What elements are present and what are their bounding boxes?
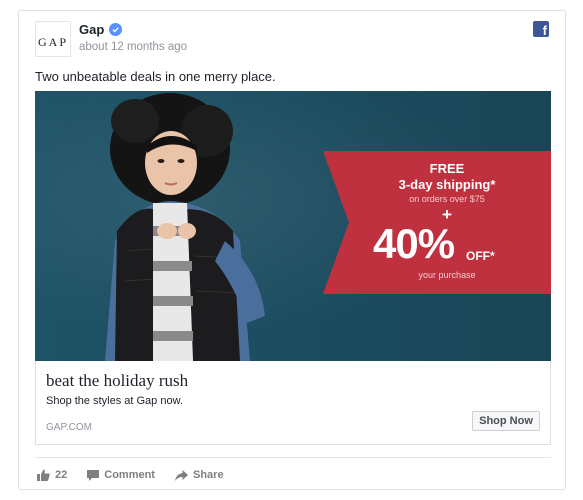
link-description: Shop the styles at Gap now. <box>46 395 183 407</box>
promo-percent: 40% <box>373 220 455 267</box>
page-name-link[interactable]: Gap <box>79 22 104 37</box>
page-avatar[interactable]: GAP <box>35 21 71 57</box>
post-header: Gap <box>79 22 123 37</box>
like-icon <box>37 469 50 481</box>
comment-icon <box>87 469 100 481</box>
promo-minimum: on orders over $75 <box>409 194 485 204</box>
gap-logo-text: GAP <box>37 35 68 49</box>
promo-free: FREE <box>429 161 465 176</box>
promo-banner: FREE 3-day shipping* on orders over $75 … <box>323 151 551 294</box>
comment-label: Comment <box>104 469 155 481</box>
link-domain: GAP.COM <box>46 422 92 433</box>
share-icon <box>174 469 188 481</box>
shop-now-button[interactable]: Shop Now <box>472 411 540 431</box>
share-label: Share <box>192 469 224 481</box>
post-timestamp[interactable]: about 12 months ago <box>79 41 187 53</box>
verified-badge-icon <box>109 23 123 36</box>
model-photo <box>105 93 265 361</box>
link-headline[interactable]: beat the holiday rush <box>46 371 188 391</box>
post-text: Two unbeatable deals in one merry place. <box>35 69 276 84</box>
facebook-post-card: GAP Gap about 12 months ago f Two unbeat… <box>18 10 566 490</box>
ad-image[interactable]: FREE 3-day shipping* on orders over $75 … <box>35 91 551 361</box>
like-count: 22 <box>55 469 68 481</box>
facebook-icon[interactable]: f <box>533 21 549 37</box>
link-preview[interactable]: beat the holiday rush Shop the styles at… <box>35 361 551 445</box>
promo-shipping: 3-day shipping* <box>398 177 496 192</box>
comment-button[interactable]: Comment <box>87 469 155 481</box>
post-actions: 22 Comment Share <box>37 469 244 481</box>
promo-off: OFF* <box>466 249 495 263</box>
share-button[interactable]: Share <box>174 469 224 481</box>
like-button[interactable]: 22 <box>37 469 67 481</box>
actions-divider <box>35 457 551 458</box>
promo-your-purchase: your purchase <box>418 270 476 280</box>
